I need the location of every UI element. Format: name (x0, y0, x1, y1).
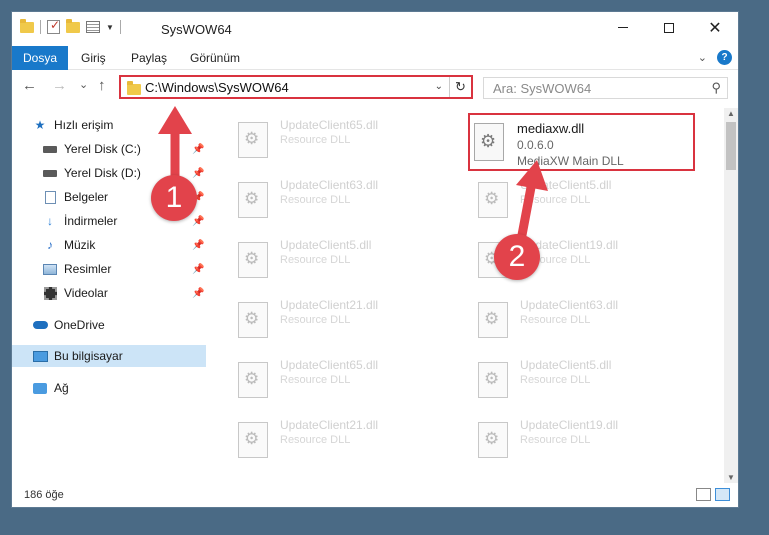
step-2-badge: 2 (494, 234, 540, 280)
step-1-badge: 1 (151, 175, 197, 221)
arrow-to-mediaxw-file (516, 160, 548, 240)
annotation-arrows (158, 106, 548, 240)
arrow-to-address-bar (158, 106, 192, 190)
